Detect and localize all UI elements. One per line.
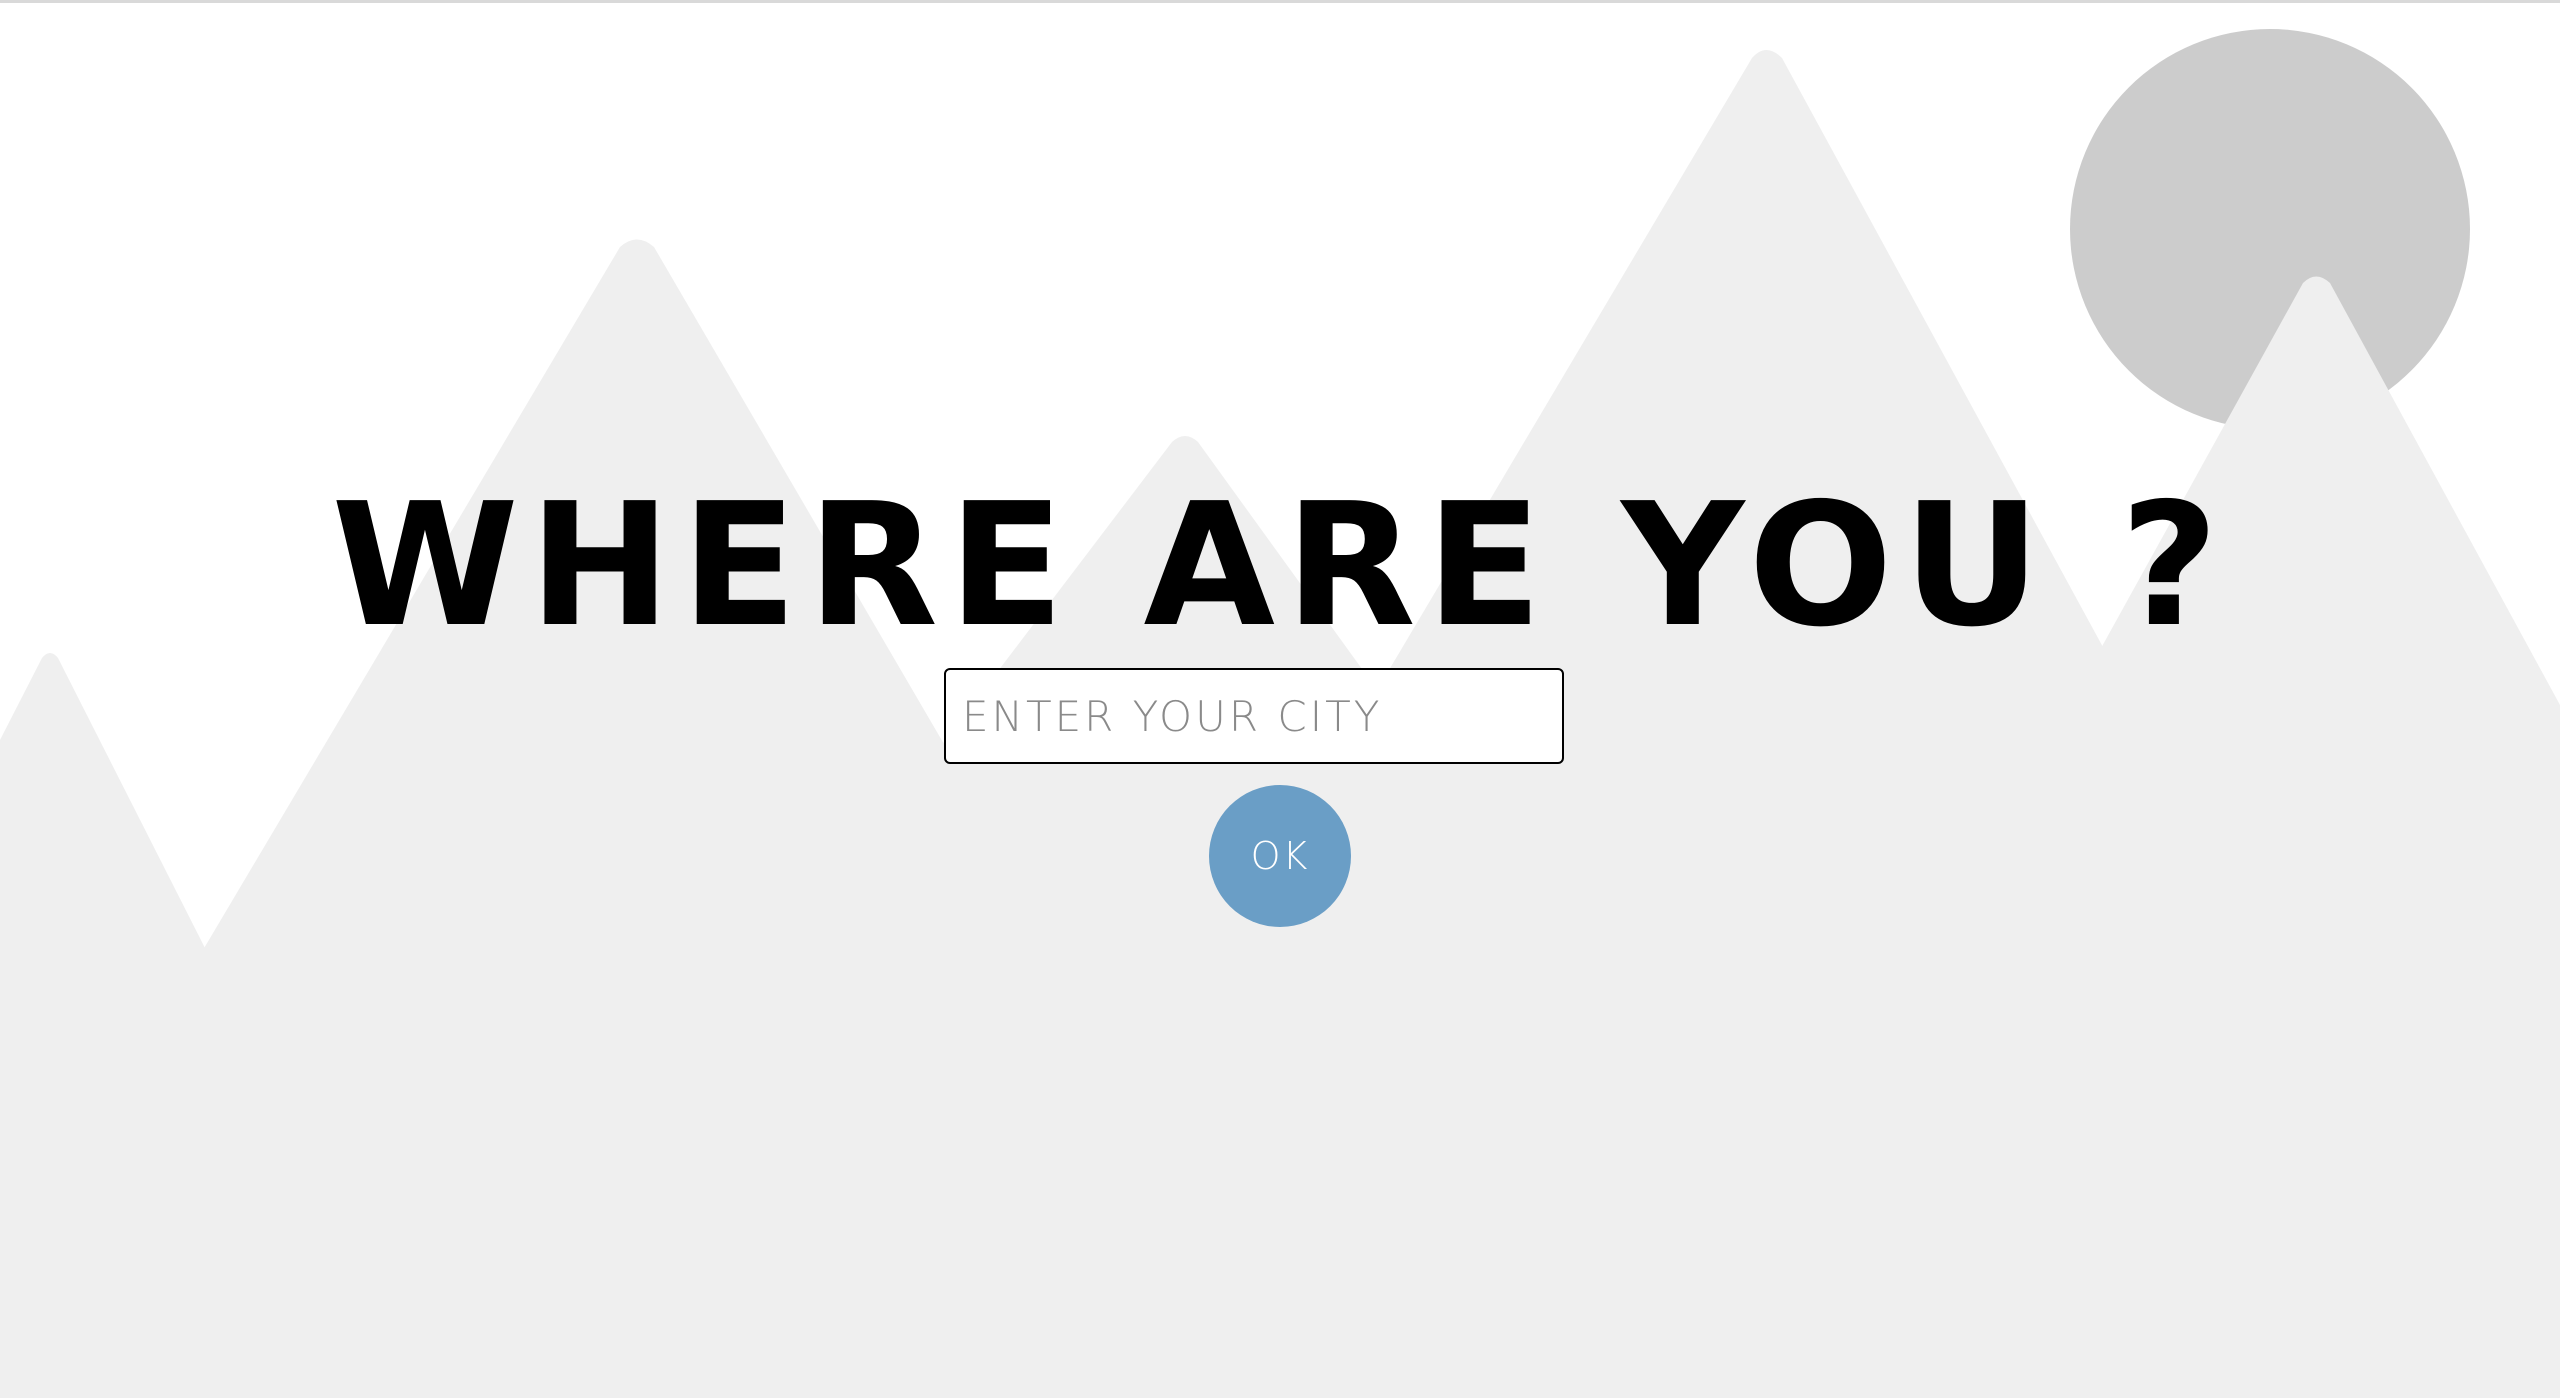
- ok-button[interactable]: OK: [1209, 785, 1351, 927]
- mountain-right: [2000, 276, 2560, 1398]
- weather-city-prompt-page: WHERE ARE YOU ? OK: [0, 0, 2560, 1398]
- city-search-input[interactable]: [944, 668, 1564, 764]
- page-title: WHERE ARE YOU ?: [331, 467, 2229, 665]
